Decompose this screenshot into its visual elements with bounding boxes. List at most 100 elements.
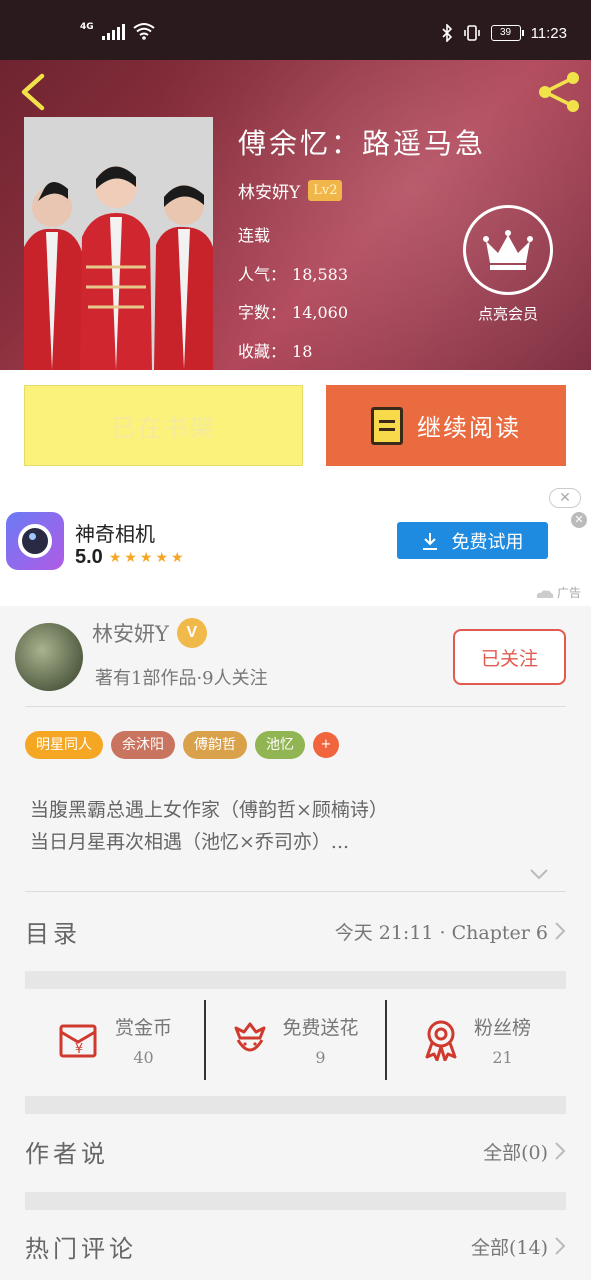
free-trial-label: 免费试用: [451, 531, 524, 552]
book-author[interactable]: 林安妍Y: [238, 178, 300, 203]
stat-value: 9: [315, 1048, 326, 1067]
popularity-label: 人气：: [238, 264, 287, 284]
book-info: 傅余忆：路遥马急 林安妍Y Lv2 连载 人气： 18,583 字数： 14,060…: [238, 122, 486, 370]
fan-ranking-stat[interactable]: 粉丝榜 21: [385, 1000, 566, 1080]
author-row: 林安妍Y Lv2: [238, 178, 486, 203]
stat-value: 40: [133, 1048, 154, 1067]
tag-item[interactable]: 明星同人: [25, 731, 103, 759]
clock: 11:23: [530, 24, 567, 42]
ad-tag-label: 广告: [556, 586, 581, 600]
level-badge: Lv2: [308, 180, 343, 201]
reward-coins-stat[interactable]: ¥ 赏金币 40: [25, 1000, 204, 1080]
crown-icon: [463, 205, 553, 295]
hot-comments-count-text: 全部(14): [470, 1236, 548, 1259]
author-notes-row[interactable]: 作者说 全部(0): [25, 1126, 566, 1176]
stat-label: 赏金币: [114, 1017, 172, 1039]
stat-label: 免费送花: [282, 1017, 359, 1039]
author-name-row: 林安妍Y V: [92, 618, 207, 648]
award-ribbon-icon: [425, 1020, 457, 1061]
chevron-right-icon: [555, 1142, 566, 1160]
author-section: 林安妍Y V 著有1部作品·9人关注 已关注 明星同人 余沐阳 傅韵哲 池忆 +…: [0, 606, 591, 1280]
cloud-icon: [536, 590, 553, 598]
network-type: 4G: [80, 22, 94, 32]
member-label: 点亮会员: [477, 305, 538, 323]
ad-close-button[interactable]: ✕: [549, 488, 581, 508]
tag-list: 明星同人 余沐阳 傅韵哲 池忆 +: [25, 731, 339, 759]
author-notes-title: 作者说: [25, 1139, 109, 1168]
ad-score: 5.0: [75, 546, 103, 568]
chevron-right-icon: [555, 1237, 566, 1255]
followed-button[interactable]: 已关注: [453, 629, 566, 685]
battery-icon: 39: [490, 25, 524, 41]
book-cover-image[interactable]: [24, 117, 213, 370]
section-gap: [25, 971, 566, 989]
vibrate-icon: [463, 25, 480, 41]
book-description[interactable]: 当腹黑霸总遇上女作家（傅韵哲×顾楠诗） 当日月星再次相遇（池忆×乔司亦）...: [30, 794, 388, 858]
divider: [25, 891, 566, 892]
signal-icon: [101, 24, 125, 40]
description-line: 当日月星再次相遇（池忆×乔司亦）...: [30, 831, 350, 853]
hot-comments-count: 全部(14): [471, 1233, 566, 1260]
wifi-icon: [133, 23, 155, 40]
hot-comments-title: 热门评论: [25, 1234, 137, 1263]
author-notes-count: 全部(0): [483, 1138, 566, 1165]
hot-comments-row[interactable]: 热门评论 全部(14): [25, 1221, 566, 1271]
ad-banner[interactable]: ✕ 神奇相机 5.0 ★★★★★ 免费试用 ✕ 广告: [0, 482, 591, 606]
stats-bar: ¥ 赏金币 40 免费送花 9 粉丝榜 21: [25, 1000, 566, 1080]
cover-illustration: [24, 117, 213, 370]
status-text: 连载: [238, 226, 271, 245]
author-avatar[interactable]: [15, 623, 83, 691]
continue-reading-label: 继续阅读: [417, 414, 521, 442]
ad-dismiss-icon[interactable]: ✕: [571, 512, 587, 528]
download-icon: [422, 532, 437, 550]
action-bar: 已在书架 继续阅读: [0, 370, 591, 482]
status-right: 39 11:23: [441, 24, 567, 42]
popularity-stat: 人气： 18,583: [238, 256, 486, 295]
words-value: 14,060: [292, 303, 348, 322]
word-count-stat: 字数： 14,060: [238, 294, 486, 333]
favorites-label: 收藏：: [238, 341, 287, 361]
status-bar: 4G 39 11:23: [0, 0, 591, 60]
favorites-value: 18: [292, 341, 313, 361]
popularity-value: 18,583: [292, 264, 348, 284]
free-flower-stat[interactable]: 免费送花 9: [204, 1000, 385, 1080]
divider: [25, 706, 566, 707]
section-gap: [25, 1096, 566, 1114]
chevron-down-icon[interactable]: [530, 868, 548, 880]
favorites-stat: 收藏： 18: [238, 333, 486, 371]
in-shelf-button[interactable]: 已在书架: [24, 385, 303, 466]
section-gap: [25, 1192, 566, 1210]
book-status: 连载: [238, 217, 486, 256]
add-tag-button[interactable]: +: [313, 732, 339, 758]
catalog-row[interactable]: 目录 今天 21:11 · Chapter 6: [25, 906, 566, 956]
continue-reading-button[interactable]: 继续阅读: [326, 385, 566, 466]
book-meta: 连载 人气： 18,583 字数： 14,060 收藏： 18: [238, 217, 486, 370]
tag-item[interactable]: 余沐阳: [111, 731, 175, 759]
stat-label: 粉丝榜: [473, 1017, 531, 1039]
share-icon[interactable]: [537, 70, 583, 114]
member-button[interactable]: 点亮会员: [463, 205, 553, 324]
author-name[interactable]: 林安妍Y: [92, 618, 169, 648]
signal-group: 4G: [80, 22, 155, 40]
free-trial-button[interactable]: 免费试用: [397, 522, 548, 559]
book-header: 傅余忆：路遥马急 林安妍Y Lv2 连载 人气： 18,583 字数： 14,060…: [0, 60, 591, 370]
camera-app-icon: [6, 512, 64, 570]
ad-tag: 广告: [536, 584, 581, 601]
chevron-right-icon: [555, 922, 566, 940]
latest-chapter: 今天 21:11 · Chapter 6: [334, 921, 548, 944]
description-line: 当腹黑霸总遇上女作家（傅韵哲×顾楠诗）: [30, 799, 388, 821]
verified-badge-icon: V: [176, 618, 207, 648]
ad-rating: 5.0 ★★★★★: [75, 546, 187, 569]
words-label: 字数：: [238, 303, 287, 322]
book-icon: [371, 406, 403, 445]
back-icon[interactable]: [16, 72, 52, 112]
svg-text:¥: ¥: [75, 1042, 83, 1057]
ad-app-name: 神奇相机: [75, 524, 155, 546]
bluetooth-icon: [441, 24, 452, 42]
tag-item[interactable]: 傅韵哲: [183, 731, 247, 759]
flower-icon: [234, 1022, 266, 1052]
stat-value: 21: [492, 1048, 513, 1067]
red-envelope-icon: ¥: [59, 1024, 97, 1058]
tag-item[interactable]: 池忆: [255, 731, 305, 759]
author-summary: 著有1部作品·9人关注: [95, 668, 268, 689]
